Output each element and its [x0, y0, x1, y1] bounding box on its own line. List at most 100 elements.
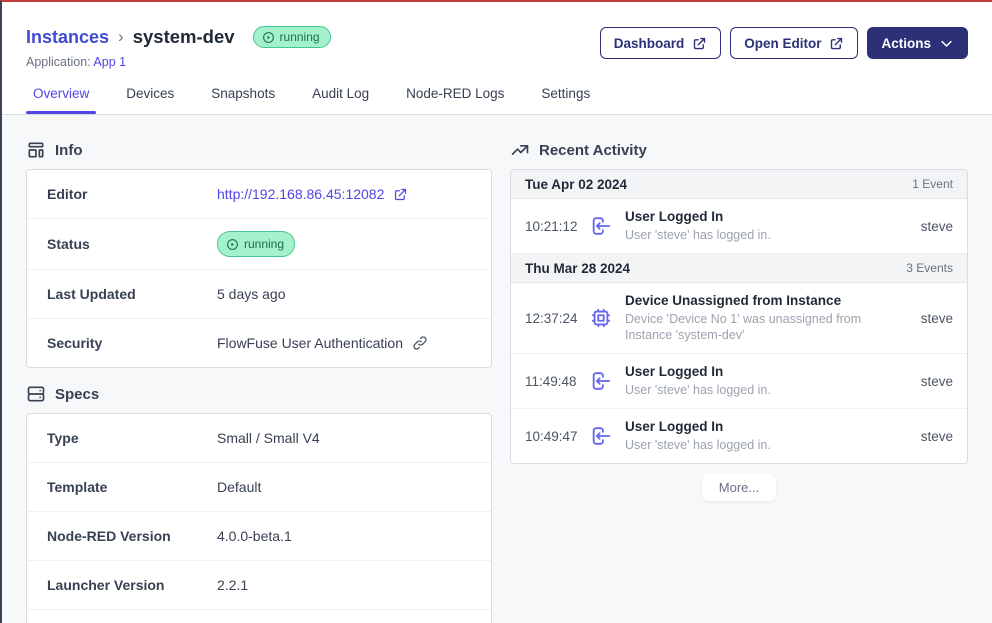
status-badge-label: running: [244, 235, 284, 253]
tab-devices[interactable]: Devices: [126, 86, 174, 114]
activity-group-header: Tue Apr 02 2024 1 Event: [511, 170, 967, 199]
row-label: Editor: [47, 185, 217, 203]
group-date: Tue Apr 02 2024: [525, 177, 627, 192]
last-updated-value: 5 days ago: [217, 282, 286, 306]
login-icon: [590, 370, 612, 392]
status-badge-label: running: [280, 30, 320, 44]
event-user: steve: [921, 219, 953, 234]
external-link-icon[interactable]: [393, 187, 408, 202]
open-editor-button[interactable]: Open Editor: [730, 27, 858, 59]
tab-audit-log[interactable]: Audit Log: [312, 86, 369, 114]
editor-url-link[interactable]: http://192.168.86.45:12082: [217, 185, 384, 203]
open-editor-button-label: Open Editor: [744, 36, 821, 51]
application-label: Application:: [26, 55, 91, 69]
specs-card: Type Small / Small V4 Template Default N…: [26, 413, 492, 623]
play-circle-icon: [262, 31, 275, 44]
more-container: More...: [510, 474, 968, 501]
row-label: Node-RED Version: [47, 527, 217, 545]
row-label: Security: [47, 334, 217, 352]
group-event-count: 3 Events: [906, 261, 953, 275]
specs-row-node-red-version: Node-RED Version 4.0.0-beta.1: [27, 512, 491, 561]
activity-section-title: Recent Activity: [539, 142, 647, 159]
dashboard-button[interactable]: Dashboard: [600, 27, 722, 59]
event-time: 10:49:47: [525, 429, 585, 444]
actions-button[interactable]: Actions: [867, 27, 968, 59]
more-button[interactable]: More...: [702, 474, 776, 501]
chip-icon: [590, 307, 612, 329]
group-event-count: 1 Event: [912, 177, 953, 191]
activity-event-row: 10:21:12 User Logged In User 'steve' has…: [511, 199, 967, 254]
external-link-icon: [692, 36, 707, 51]
event-title: Device Unassigned from Instance: [625, 293, 911, 308]
row-label: Status: [47, 235, 217, 253]
tab-node-red-logs[interactable]: Node-RED Logs: [406, 86, 504, 114]
page-header: Instances › system-dev running Applicati…: [2, 2, 992, 115]
server-icon: [26, 384, 46, 404]
specs-row-type: Type Small / Small V4: [27, 414, 491, 463]
row-label: Last Updated: [47, 285, 217, 303]
info-card: Editor http://192.168.86.45:12082 Status…: [26, 169, 492, 368]
header-actions: Dashboard Open Editor Actions: [600, 27, 968, 59]
event-time: 11:49:48: [525, 374, 585, 389]
specs-row-launcher-version: Launcher Version 2.2.1: [27, 561, 491, 610]
activity-group-header: Thu Mar 28 2024 3 Events: [511, 254, 967, 283]
info-row-status: Status running: [27, 219, 491, 270]
dashboard-button-label: Dashboard: [614, 36, 685, 51]
info-row-last-updated: Last Updated 5 days ago: [27, 270, 491, 319]
login-icon: [590, 215, 612, 237]
event-time: 12:37:24: [525, 311, 585, 326]
event-body: User Logged In User 'steve' has logged i…: [625, 364, 921, 398]
left-column: Info Editor http://192.168.86.45:12082 S…: [26, 140, 492, 611]
row-label: Template: [47, 478, 217, 496]
activity-section-header: Recent Activity: [510, 140, 968, 160]
event-body: User Logged In User 'steve' has logged i…: [625, 419, 921, 453]
event-body: User Logged In User 'steve' has logged i…: [625, 209, 921, 243]
tab-bar: Overview Devices Snapshots Audit Log Nod…: [26, 86, 968, 114]
event-description: User 'steve' has logged in.: [625, 227, 911, 243]
tab-settings[interactable]: Settings: [541, 86, 590, 114]
event-user: steve: [921, 429, 953, 444]
tab-overview[interactable]: Overview: [33, 86, 89, 114]
specs-section-header: Specs: [26, 384, 492, 404]
link-icon[interactable]: [412, 335, 428, 351]
trending-up-icon: [510, 140, 530, 160]
main-content: Info Editor http://192.168.86.45:12082 S…: [2, 115, 992, 623]
tab-snapshots[interactable]: Snapshots: [211, 86, 275, 114]
specs-row-nodejs-version: Node.js Version 18.19.0: [27, 610, 491, 623]
event-user: steve: [921, 311, 953, 326]
activity-card: Tue Apr 02 2024 1 Event 10:21:12 User Lo…: [510, 169, 968, 464]
page-title: system-dev: [133, 26, 235, 48]
activity-event-row: 12:37:24 Device Unassigned from Instance…: [511, 283, 967, 354]
security-value: FlowFuse User Authentication: [217, 334, 403, 352]
activity-event-row: 10:49:47 User Logged In User 'steve' has…: [511, 409, 967, 463]
row-label: Launcher Version: [47, 576, 217, 594]
event-description: Device 'Device No 1' was unassigned from…: [625, 311, 911, 343]
status-badge: running: [217, 231, 295, 257]
right-column: Recent Activity Tue Apr 02 2024 1 Event …: [510, 140, 968, 611]
info-section-header: Info: [26, 140, 492, 160]
event-title: User Logged In: [625, 364, 911, 379]
breadcrumb-separator-icon: ›: [118, 27, 124, 47]
event-user: steve: [921, 374, 953, 389]
activity-event-row: 11:49:48 User Logged In User 'steve' has…: [511, 354, 967, 409]
template-icon: [26, 140, 46, 160]
launcher-version-value: 2.2.1: [217, 573, 248, 597]
breadcrumb-instances-link[interactable]: Instances: [26, 27, 109, 48]
chevron-down-icon: [939, 36, 954, 51]
specs-row-template: Template Default: [27, 463, 491, 512]
application-link[interactable]: App 1: [93, 55, 126, 69]
event-title: User Logged In: [625, 209, 911, 224]
info-row-security: Security FlowFuse User Authentication: [27, 319, 491, 367]
actions-button-label: Actions: [881, 36, 931, 51]
row-label: Type: [47, 429, 217, 447]
event-time: 10:21:12: [525, 219, 585, 234]
specs-section-title: Specs: [55, 386, 99, 403]
group-date: Thu Mar 28 2024: [525, 261, 630, 276]
event-description: User 'steve' has logged in.: [625, 437, 911, 453]
event-description: User 'steve' has logged in.: [625, 382, 911, 398]
play-circle-icon: [226, 238, 239, 251]
event-title: User Logged In: [625, 419, 911, 434]
event-body: Device Unassigned from Instance Device '…: [625, 293, 921, 343]
external-link-icon: [829, 36, 844, 51]
info-section-title: Info: [55, 142, 83, 159]
